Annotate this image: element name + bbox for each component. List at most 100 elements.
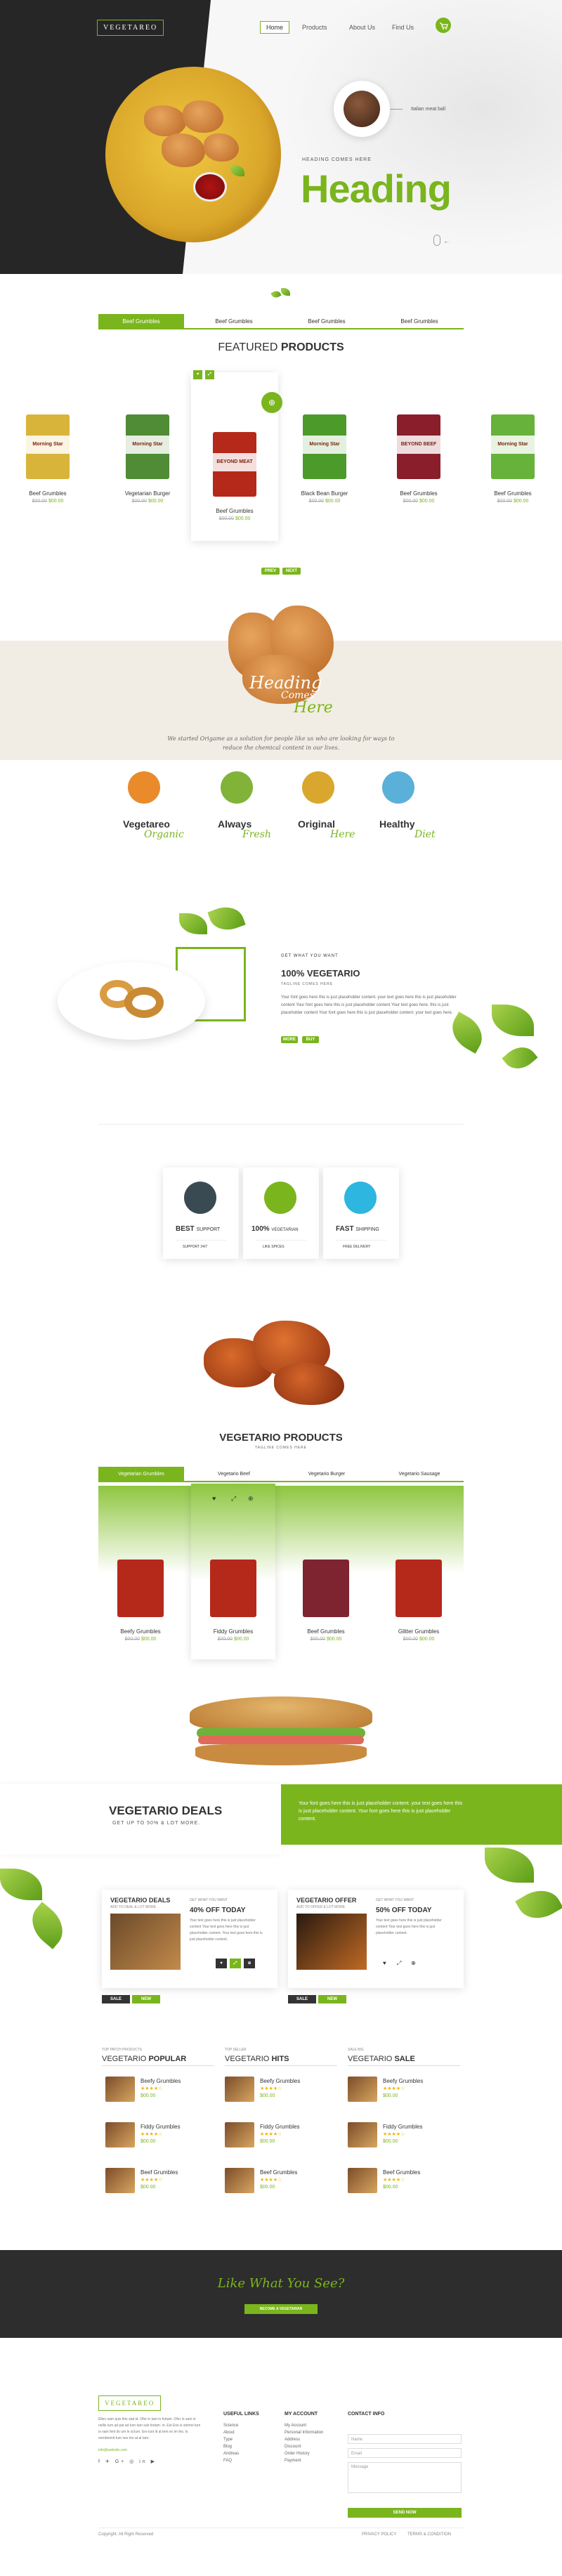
footer-link[interactable]: Type <box>223 2438 239 2442</box>
tab-veg-2[interactable]: Vegetario Beef <box>191 1467 277 1482</box>
footer-link[interactable]: Address <box>285 2438 323 2442</box>
feature-4-script: Diet <box>414 829 436 840</box>
footer-col1-title: USEFUL LINKS <box>223 2412 259 2417</box>
tab-veg-3[interactable]: Vegetario Burger <box>284 1467 370 1482</box>
nav-find-us[interactable]: Find Us <box>392 24 414 31</box>
footer-link[interactable]: Discount <box>285 2445 323 2449</box>
footer-link[interactable]: Payment <box>285 2459 323 2463</box>
featured-product-6[interactable]: Morning Star Beef Grumbles $00.00 $00.00 <box>478 414 548 504</box>
footer-link[interactable]: FAQ <box>223 2459 239 2463</box>
product-name: Beef Grumbles <box>216 508 254 514</box>
featured-product-2[interactable]: Morning Star Vegetarian Burger $00.00 $00.… <box>112 414 183 504</box>
footer-name-field[interactable]: Name <box>348 2434 462 2444</box>
tab-featured-3[interactable]: Beef Grumbles <box>284 314 370 329</box>
cta-button[interactable]: BECOME A VEGETARIAN <box>244 2304 318 2314</box>
tab-featured-4[interactable]: Beef Grumbles <box>377 314 462 329</box>
footer-link[interactable]: Order History <box>285 2452 323 2456</box>
add-to-cart-icon[interactable]: ⊕ <box>261 392 282 413</box>
nav-about[interactable]: About Us <box>349 24 375 31</box>
footer-link[interactable]: About <box>223 2431 239 2435</box>
footer-link[interactable]: Science <box>223 2424 239 2428</box>
nav-home[interactable]: Home <box>260 21 290 34</box>
deal-1-heart-icon[interactable]: ♥ <box>216 1959 227 1968</box>
service-2-bold: 100% <box>251 1225 270 1233</box>
footer-email-field[interactable]: Email <box>348 2448 462 2458</box>
bubble-label: Italian meat ball <box>411 107 446 112</box>
deal-2-expand-icon[interactable]: ⤢ <box>397 1960 401 1967</box>
footer-link[interactable]: Personal Information <box>285 2431 323 2435</box>
footer-send-button[interactable]: SEND NOW <box>348 2508 462 2518</box>
vegprod-card-cart-icon[interactable]: ⊕ <box>248 1495 254 1503</box>
veg-product-3[interactable]: Beef Grumbles $00.00 $00.00 <box>291 1560 361 1642</box>
wishlist-icon[interactable]: ♥ <box>193 370 202 379</box>
featured-product-1[interactable]: Morning Star Beef Grumbles $00.00 $00.00 <box>13 414 83 504</box>
compare-icon[interactable]: ⤢ <box>205 370 214 379</box>
veg-product-2[interactable]: Fiddy Grumbles $00.00 $00.00 <box>198 1560 268 1642</box>
deal-1-cart-icon[interactable]: ⊕ <box>244 1959 255 1968</box>
deal-2-cart-icon[interactable]: ⊕ <box>411 1960 416 1966</box>
tab-veg-4[interactable]: Vegetario Sausage <box>377 1467 462 1482</box>
list-2-item-3[interactable]: Beef Grumbles ★★★★☆ $00.00 <box>225 2168 344 2196</box>
prev-button[interactable]: PREV <box>261 568 280 575</box>
featured-title-a: FEATURED <box>218 341 278 353</box>
featured-product-4[interactable]: Morning Star Black Bean Burger $00.00 $00.… <box>289 414 360 504</box>
deal-card-1[interactable]: VEGETARIO DEALS ADD TO DEAL & LOT MORE G… <box>102 1890 277 1988</box>
cart-icon <box>440 22 448 30</box>
food-plate-image <box>105 67 281 242</box>
veg-product-1[interactable]: Beefy Grumbles $00.00 $00.00 <box>105 1560 176 1642</box>
footer-logo[interactable]: VEGETAREO <box>98 2395 162 2411</box>
logo[interactable]: VEGETAREO <box>97 20 164 36</box>
footer-social-icons[interactable]: f ✈ G+ ◎ in ▶ <box>98 2459 157 2464</box>
vegprod-card-expand-icon[interactable]: ⤢ <box>231 1495 236 1503</box>
featured-product-5[interactable]: BEYOND BEEF Beef Grumbles $00.00 $00.00 <box>384 414 454 504</box>
privacy-link[interactable]: PRIVACY POLICY <box>362 2532 396 2537</box>
footer-link[interactable]: My Account <box>285 2424 323 2428</box>
scroll-mouse-icon[interactable] <box>433 235 440 246</box>
deal-1-expand-icon[interactable]: ⤢ <box>230 1959 241 1968</box>
terms-link[interactable]: TERMS & CONDITION <box>407 2532 451 2537</box>
list-2-title: VEGETARIO HITS <box>225 2055 289 2063</box>
tab-featured-2[interactable]: Beef Grumbles <box>191 314 277 329</box>
product-name: Vegetarian Burger <box>124 490 171 497</box>
hero-heading: Heading <box>301 166 452 211</box>
product-package <box>210 1560 256 1617</box>
product-name: Beef Grumbles <box>307 1628 345 1635</box>
footer-link[interactable]: Blog <box>223 2445 239 2449</box>
list-1-item-2[interactable]: Fiddy Grumbles ★★★★☆ $00.00 <box>105 2122 225 2150</box>
list-2-item-2[interactable]: Fiddy Grumbles ★★★★☆ $00.00 <box>225 2122 344 2150</box>
vegprod-card-heart-icon[interactable]: ♥ <box>212 1495 216 1502</box>
cta-script: Like What You See? <box>217 2276 345 2291</box>
about-more-button[interactable]: MORE <box>281 1036 298 1043</box>
product-price: $00.00 $00.00 <box>131 499 164 504</box>
tab-featured-1[interactable]: Beef Grumbles <box>98 314 184 329</box>
footer-link[interactable]: Andreas <box>223 2452 239 2456</box>
feature-1-bold: Vegetareo <box>123 818 170 830</box>
footer-email[interactable]: info@website.com <box>98 2448 127 2452</box>
featured-product-3[interactable]: BEYOND MEAT Beef Grumbles $00.00 $00.00 <box>200 432 270 521</box>
product-package <box>396 1560 442 1617</box>
about-kicker: GET WHAT YOU WANT <box>281 954 339 958</box>
list-3-item-3[interactable]: Beef Grumbles ★★★★☆ $00.00 <box>348 2168 467 2196</box>
product-package: Morning Star <box>26 414 70 479</box>
next-button[interactable]: NEXT <box>282 568 301 575</box>
nav-products[interactable]: Products <box>302 24 327 31</box>
list-1-item-3[interactable]: Beef Grumbles ★★★★☆ $00.00 <box>105 2168 225 2196</box>
deal-2-heart-icon[interactable]: ♥ <box>383 1960 386 1966</box>
product-price: $00.00 $00.00 <box>403 499 435 504</box>
cart-button[interactable] <box>436 18 451 33</box>
footer-logo-text: VEGETAREO <box>105 2400 155 2407</box>
list-2-item-1[interactable]: Beefy Grumbles ★★★★☆ $00.00 <box>225 2077 344 2105</box>
list-1-title: VEGETARIO POPULAR <box>102 2055 187 2063</box>
vegetarian-icon <box>264 1182 296 1214</box>
list-3-item-2[interactable]: Fiddy Grumbles ★★★★☆ $00.00 <box>348 2122 467 2150</box>
about-buy-button[interactable]: BUY <box>302 1036 319 1043</box>
product-name: Beef Grumbles <box>494 490 532 497</box>
scroll-arrow-icon: ⇠ <box>445 240 449 245</box>
tab-veg-1[interactable]: Vegetarian Grumbles <box>98 1467 184 1482</box>
list-3-item-1[interactable]: Beefy Grumbles ★★★★☆ $00.00 <box>348 2077 467 2105</box>
deal-card-2[interactable]: VEGETARIO OFFER ADD TO OFFER & LOT MORE … <box>288 1890 464 1988</box>
deal-2-new-tag: NEW <box>318 1995 346 2003</box>
list-1-item-1[interactable]: Beefy Grumbles ★★★★☆ $00.00 <box>105 2077 225 2105</box>
footer-message-field[interactable]: Message <box>348 2462 462 2493</box>
veg-product-4[interactable]: Glitter Grumbles $00.00 $00.00 <box>384 1560 454 1642</box>
